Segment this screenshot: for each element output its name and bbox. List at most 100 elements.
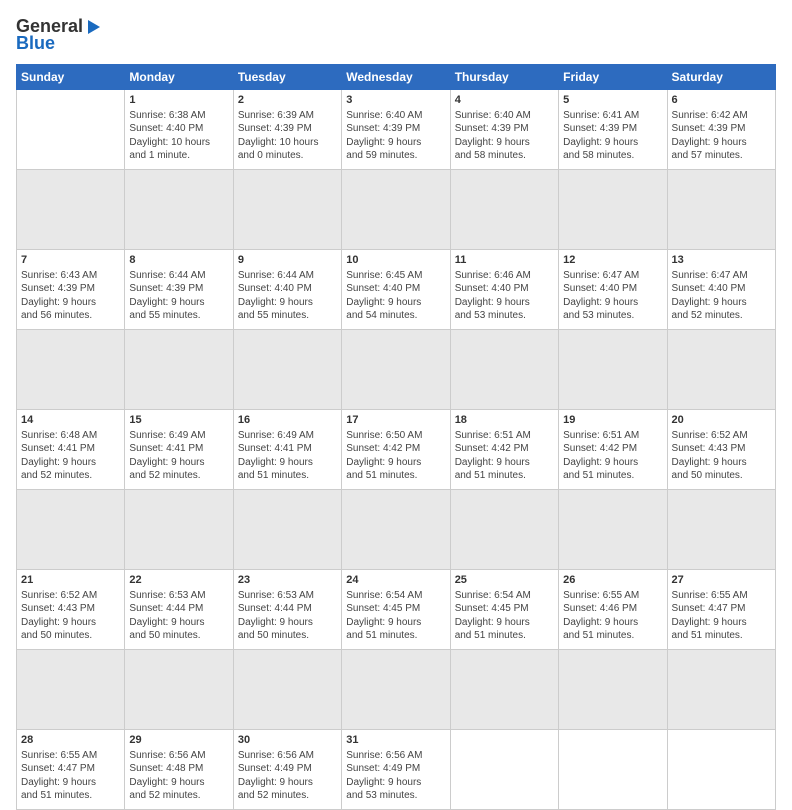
day-number: 2 — [238, 93, 337, 108]
day-cell: 1Sunrise: 6:38 AMSunset: 4:40 PMDaylight… — [125, 90, 233, 170]
divider-cell — [233, 170, 341, 250]
day-info: Sunrise: 6:43 AMSunset: 4:39 PMDaylight:… — [21, 270, 97, 322]
week-divider — [17, 490, 776, 570]
day-number: 9 — [238, 253, 337, 268]
divider-cell — [17, 650, 125, 730]
day-info: Sunrise: 6:54 AMSunset: 4:45 PMDaylight:… — [455, 590, 531, 642]
week-divider — [17, 170, 776, 250]
logo-blue-text: Blue — [16, 33, 55, 54]
week-divider — [17, 650, 776, 730]
day-info: Sunrise: 6:52 AMSunset: 4:43 PMDaylight:… — [672, 430, 748, 482]
divider-cell — [559, 170, 667, 250]
day-info: Sunrise: 6:45 AMSunset: 4:40 PMDaylight:… — [346, 270, 422, 322]
day-number: 17 — [346, 413, 445, 428]
day-cell: 5Sunrise: 6:41 AMSunset: 4:39 PMDaylight… — [559, 90, 667, 170]
day-number: 13 — [672, 253, 771, 268]
day-cell: 8Sunrise: 6:44 AMSunset: 4:39 PMDaylight… — [125, 250, 233, 330]
day-number: 7 — [21, 253, 120, 268]
day-number: 18 — [455, 413, 554, 428]
divider-cell — [125, 170, 233, 250]
day-cell: 24 Sunrise: 6:54 AMSunset: 4:45 PMDayligh… — [342, 570, 450, 650]
day-info: Sunrise: 6:51 AMSunset: 4:42 PMDaylight:… — [455, 430, 531, 482]
day-number: 4 — [455, 93, 554, 108]
day-number: 14 — [21, 413, 120, 428]
day-cell — [559, 730, 667, 810]
day-info: Sunrise: 6:46 AMSunset: 4:40 PMDaylight:… — [455, 270, 531, 322]
day-number: 10 — [346, 253, 445, 268]
day-cell: 12 Sunrise: 6:47 AMSunset: 4:40 PMDayligh… — [559, 250, 667, 330]
day-info: Sunrise: 6:50 AMSunset: 4:42 PMDaylight:… — [346, 430, 422, 482]
divider-cell — [17, 490, 125, 570]
day-number: 6 — [672, 93, 771, 108]
day-info: Sunrise: 6:49 AMSunset: 4:41 PMDaylight:… — [238, 430, 314, 482]
day-info: Sunrise: 6:55 AMSunset: 4:47 PMDaylight:… — [672, 590, 748, 642]
day-number: 25 — [455, 573, 554, 588]
day-cell: 29Sunrise: 6:56 AMSunset: 4:48 PMDayligh… — [125, 730, 233, 810]
day-cell: 23Sunrise: 6:53 AMSunset: 4:44 PMDayligh… — [233, 570, 341, 650]
weekday-header-row: SundayMondayTuesdayWednesdayThursdayFrid… — [17, 65, 776, 90]
weekday-header-monday: Monday — [125, 65, 233, 90]
weekday-header-sunday: Sunday — [17, 65, 125, 90]
day-cell: 19Sunrise: 6:51 AMSunset: 4:42 PMDayligh… — [559, 410, 667, 490]
day-number: 23 — [238, 573, 337, 588]
day-info: Sunrise: 6:47 AMSunset: 4:40 PMDaylight:… — [672, 270, 748, 322]
divider-cell — [559, 490, 667, 570]
day-info: Sunrise: 6:56 AMSunset: 4:49 PMDaylight:… — [238, 750, 314, 802]
day-info: Sunrise: 6:54 AMSunset: 4:45 PMDaylight:… — [346, 590, 422, 642]
calendar-table: SundayMondayTuesdayWednesdayThursdayFrid… — [16, 64, 776, 810]
week-divider — [17, 330, 776, 410]
day-cell — [450, 730, 558, 810]
week-row-2: 14Sunrise: 6:48 AMSunset: 4:41 PMDayligh… — [17, 410, 776, 490]
day-cell — [667, 730, 775, 810]
day-info: Sunrise: 6:53 AMSunset: 4:44 PMDaylight:… — [129, 590, 205, 642]
day-number: 30 — [238, 733, 337, 748]
week-row-0: 1Sunrise: 6:38 AMSunset: 4:40 PMDaylight… — [17, 90, 776, 170]
day-number: 31 — [346, 733, 445, 748]
day-info: Sunrise: 6:56 AMSunset: 4:48 PMDaylight:… — [129, 750, 205, 802]
day-cell: 26Sunrise: 6:55 AMSunset: 4:46 PMDayligh… — [559, 570, 667, 650]
day-number: 15 — [129, 413, 228, 428]
day-cell: 28Sunrise: 6:55 AMSunset: 4:47 PMDayligh… — [17, 730, 125, 810]
weekday-header-friday: Friday — [559, 65, 667, 90]
day-cell: 3Sunrise: 6:40 AMSunset: 4:39 PMDaylight… — [342, 90, 450, 170]
divider-cell — [450, 170, 558, 250]
day-number: 19 — [563, 413, 662, 428]
divider-cell — [450, 330, 558, 410]
header: General Blue — [16, 16, 776, 54]
day-cell: 20Sunrise: 6:52 AMSunset: 4:43 PMDayligh… — [667, 410, 775, 490]
day-number: 16 — [238, 413, 337, 428]
page: General Blue SundayMondayTuesdayWednesda… — [0, 0, 792, 612]
divider-cell — [450, 490, 558, 570]
day-info: Sunrise: 6:47 AMSunset: 4:40 PMDaylight:… — [563, 270, 639, 322]
divider-cell — [342, 490, 450, 570]
day-number: 26 — [563, 573, 662, 588]
day-cell: 13 Sunrise: 6:47 AMSunset: 4:40 PMDayligh… — [667, 250, 775, 330]
day-cell: 10 Sunrise: 6:45 AMSunset: 4:40 PMDayligh… — [342, 250, 450, 330]
day-number: 12 — [563, 253, 662, 268]
day-number: 8 — [129, 253, 228, 268]
day-number: 21 — [21, 573, 120, 588]
divider-cell — [342, 650, 450, 730]
weekday-header-tuesday: Tuesday — [233, 65, 341, 90]
divider-cell — [125, 330, 233, 410]
weekday-header-wednesday: Wednesday — [342, 65, 450, 90]
week-row-1: 7 Sunrise: 6:43 AMSunset: 4:39 PMDaylight… — [17, 250, 776, 330]
day-info: Sunrise: 6:55 AMSunset: 4:47 PMDaylight:… — [21, 750, 97, 802]
divider-cell — [450, 650, 558, 730]
logo: General Blue — [16, 16, 102, 54]
divider-cell — [17, 170, 125, 250]
day-number: 24 — [346, 573, 445, 588]
weekday-header-thursday: Thursday — [450, 65, 558, 90]
day-cell: 9Sunrise: 6:44 AMSunset: 4:40 PMDaylight… — [233, 250, 341, 330]
day-number: 3 — [346, 93, 445, 108]
day-number: 27 — [672, 573, 771, 588]
day-cell: 31Sunrise: 6:56 AMSunset: 4:49 PMDayligh… — [342, 730, 450, 810]
day-cell — [17, 90, 125, 170]
day-info: Sunrise: 6:40 AMSunset: 4:39 PMDaylight:… — [455, 110, 531, 162]
divider-cell — [342, 170, 450, 250]
day-cell: 11Sunrise: 6:46 AMSunset: 4:40 PMDayligh… — [450, 250, 558, 330]
day-cell: 14Sunrise: 6:48 AMSunset: 4:41 PMDayligh… — [17, 410, 125, 490]
day-cell: 30 Sunrise: 6:56 AMSunset: 4:49 PMDayligh… — [233, 730, 341, 810]
divider-cell — [667, 650, 775, 730]
divider-cell — [559, 330, 667, 410]
